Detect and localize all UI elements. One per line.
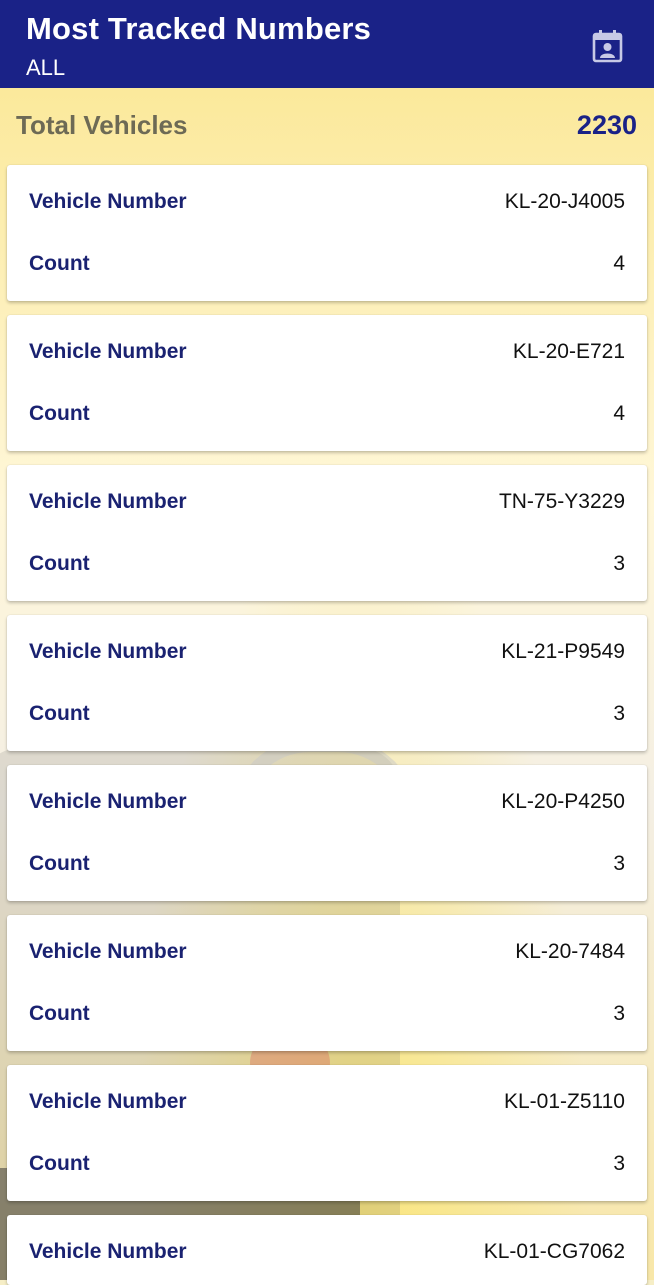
vehicle-number-value: TN-75-Y3229 <box>498 490 625 513</box>
vehicle-number-label: Vehicle Number <box>29 1090 187 1113</box>
vehicle-number-row: Vehicle Number KL-20-P4250 <box>7 783 647 823</box>
vehicle-number-value: KL-01-CG7062 <box>483 1240 625 1263</box>
vehicle-number-row: Vehicle Number TN-75-Y3229 <box>7 483 647 523</box>
count-value: 4 <box>613 402 625 425</box>
count-value: 4 <box>613 252 625 275</box>
vehicle-card[interactable]: Vehicle Number KL-21-P9549 Count 3 <box>7 615 647 751</box>
vehicle-number-label: Vehicle Number <box>29 340 187 363</box>
vehicle-number-label: Vehicle Number <box>29 1240 187 1263</box>
vehicle-number-value: KL-01-Z5110 <box>503 1090 625 1113</box>
vehicle-number-value: KL-20-J4005 <box>504 190 625 213</box>
calendar-filter-button[interactable] <box>586 24 630 68</box>
vehicle-number-row: Vehicle Number KL-21-P9549 <box>7 633 647 673</box>
vehicle-card[interactable]: Vehicle Number KL-01-CG7062 <box>7 1215 647 1285</box>
count-label: Count <box>29 1152 90 1175</box>
vehicle-number-row: Vehicle Number KL-20-E721 <box>7 333 647 373</box>
count-row: Count 3 <box>7 545 647 585</box>
vehicle-card[interactable]: Vehicle Number KL-20-P4250 Count 3 <box>7 765 647 901</box>
vehicle-number-label: Vehicle Number <box>29 490 187 513</box>
vehicle-number-value: KL-21-P9549 <box>501 640 625 663</box>
vehicle-number-row: Vehicle Number KL-20-7484 <box>7 933 647 973</box>
page-subtitle: ALL <box>26 55 66 80</box>
vehicle-card[interactable]: Vehicle Number TN-75-Y3229 Count 3 <box>7 465 647 601</box>
vehicle-card[interactable]: Vehicle Number KL-20-7484 Count 3 <box>7 915 647 1051</box>
vehicle-number-row: Vehicle Number KL-01-Z5110 <box>7 1083 647 1123</box>
vehicle-card[interactable]: Vehicle Number KL-01-Z5110 Count 3 <box>7 1065 647 1201</box>
vehicle-number-row: Vehicle Number KL-20-J4005 <box>7 183 647 223</box>
vehicle-number-label: Vehicle Number <box>29 190 187 213</box>
vehicle-card[interactable]: Vehicle Number KL-20-E721 Count 4 <box>7 315 647 451</box>
total-vehicles-label: Total Vehicles <box>16 110 188 140</box>
vehicle-number-value: KL-20-E721 <box>512 340 625 363</box>
vehicle-number-label: Vehicle Number <box>29 640 187 663</box>
count-label: Count <box>29 852 90 875</box>
count-label: Count <box>29 552 90 575</box>
count-row: Count 3 <box>7 1145 647 1185</box>
vehicle-card[interactable]: Vehicle Number KL-20-J4005 Count 4 <box>7 165 647 301</box>
app-bar: Most Tracked Numbers ALL <box>0 0 654 88</box>
total-vehicles-summary: Total Vehicles 2230 <box>0 88 654 164</box>
count-label: Count <box>29 402 90 425</box>
vehicle-number-label: Vehicle Number <box>29 940 187 963</box>
page-title: Most Tracked Numbers <box>26 11 372 46</box>
count-value: 3 <box>613 702 625 725</box>
count-value: 3 <box>613 1002 625 1025</box>
count-label: Count <box>29 702 90 725</box>
vehicle-number-value: KL-20-P4250 <box>501 790 625 813</box>
count-row: Count 3 <box>7 845 647 885</box>
count-row: Count 3 <box>7 695 647 735</box>
count-row: Count 3 <box>7 995 647 1035</box>
count-value: 3 <box>613 1152 625 1175</box>
count-row: Count 4 <box>7 245 647 285</box>
calendar-contact-icon <box>592 30 623 63</box>
count-value: 3 <box>613 852 625 875</box>
vehicle-number-row: Vehicle Number KL-01-CG7062 <box>7 1233 647 1273</box>
count-value: 3 <box>613 552 625 575</box>
count-label: Count <box>29 252 90 275</box>
vehicle-number-label: Vehicle Number <box>29 790 187 813</box>
total-vehicles-value: 2230 <box>576 110 637 140</box>
count-row: Count 4 <box>7 395 647 435</box>
count-label: Count <box>29 1002 90 1025</box>
vehicle-number-value: KL-20-7484 <box>515 940 625 963</box>
